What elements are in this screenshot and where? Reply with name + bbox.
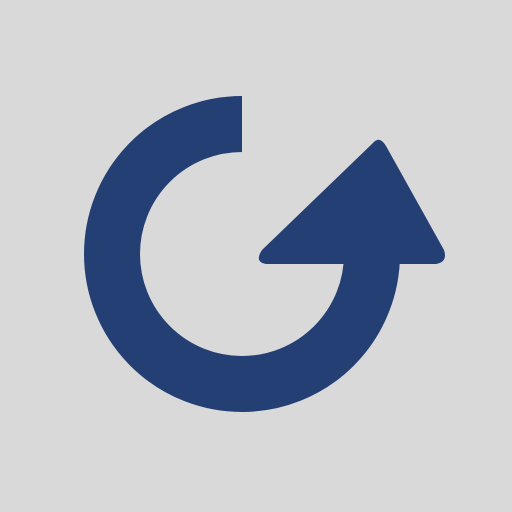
refresh-arrowhead xyxy=(258,139,445,264)
refresh-icon xyxy=(84,96,445,412)
icon-canvas xyxy=(0,0,512,512)
